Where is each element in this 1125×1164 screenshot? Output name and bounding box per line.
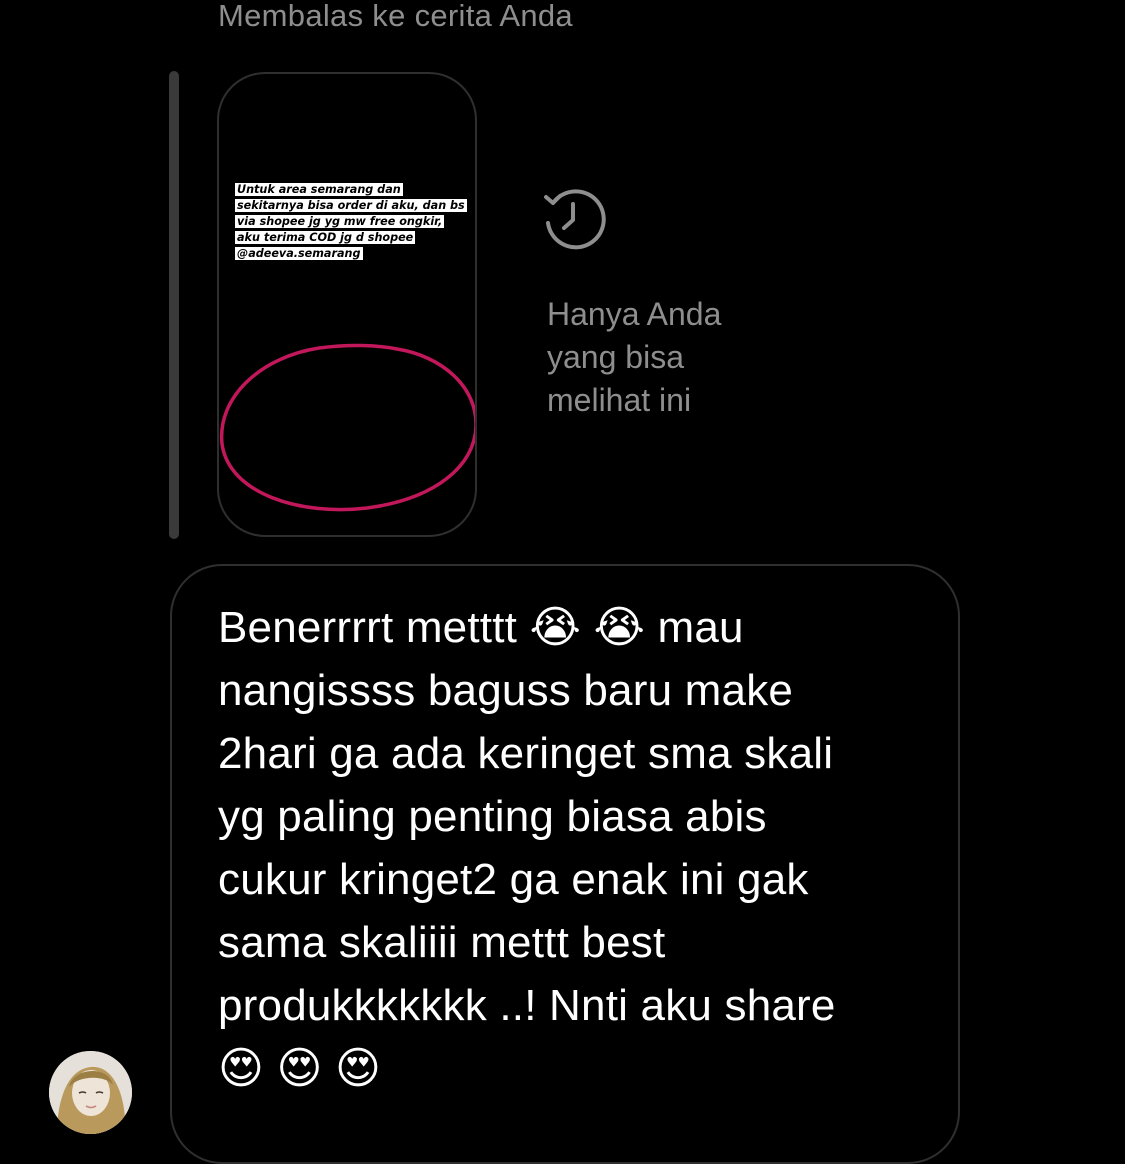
private-visibility-note: Hanya Anda yang bisa melihat ini	[547, 296, 722, 418]
avatar[interactable]	[49, 1051, 132, 1134]
quote-bar	[169, 71, 179, 539]
message-text: Benerrrrt metttt 😭 😭 mau nangissss bagus…	[218, 603, 836, 1093]
avatar-image	[49, 1051, 132, 1134]
history-icon	[544, 189, 606, 250]
reply-context-label: Membalas ke cerita Anda	[218, 0, 573, 33]
story-drawn-circle	[219, 343, 475, 512]
story-preview[interactable]: Untuk area semarang dan sekitarnya bisa …	[217, 72, 477, 537]
message-bubble[interactable]: Benerrrrt metttt 😭 😭 mau nangissss bagus…	[170, 564, 960, 1164]
